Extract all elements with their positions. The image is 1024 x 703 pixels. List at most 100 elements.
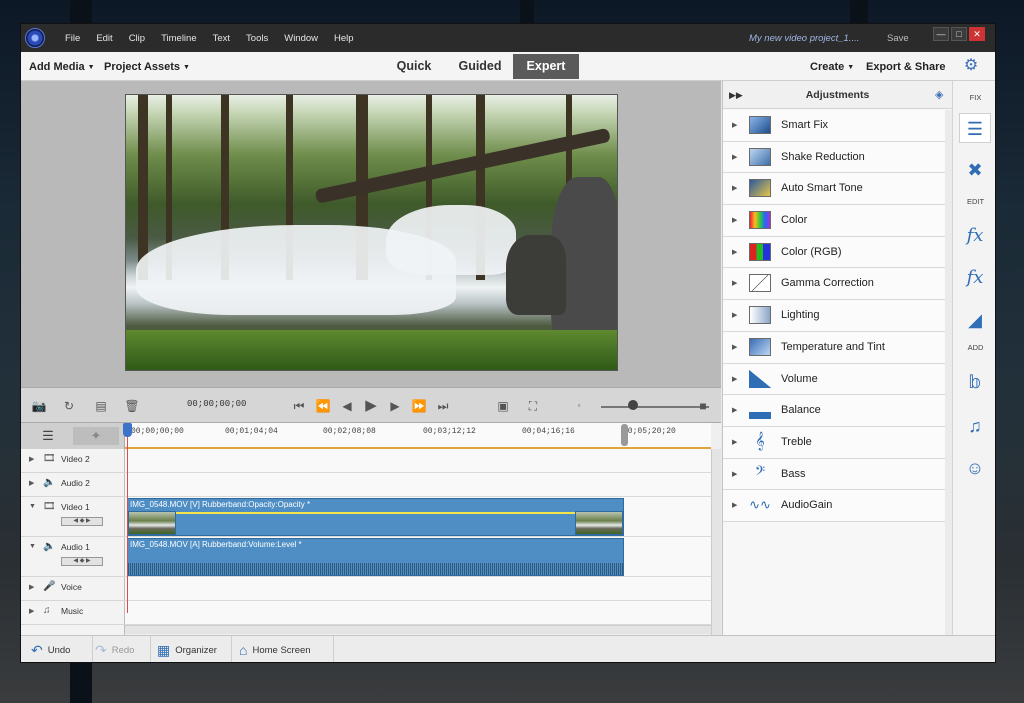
project-assets-dropdown[interactable]: Project Assets ▼ — [104, 52, 190, 83]
track-lane-music[interactable] — [125, 601, 711, 625]
menu-window[interactable]: Window — [276, 24, 326, 52]
track-header-video-2[interactable]: ▶ 🎞 Video 2 — [21, 449, 125, 473]
panel-options-icon[interactable]: ◈ — [935, 81, 943, 109]
zoom-out-icon[interactable]: ▫ — [571, 398, 587, 414]
expand-icon[interactable]: ▶ — [29, 479, 34, 487]
camera-icon[interactable]: 📷 — [31, 398, 47, 414]
tab-quick[interactable]: Quick — [381, 54, 447, 79]
menu-tools[interactable]: Tools — [238, 24, 276, 52]
adjustment-lighting[interactable]: ▶ Lighting — [723, 300, 945, 332]
track-header-voice[interactable]: ▶ 🎤 Voice — [21, 577, 125, 601]
home-screen-button[interactable]: ⌂ Home Screen — [239, 636, 334, 662]
adjustment-gamma-correction[interactable]: ▶ Gamma Correction — [723, 268, 945, 301]
redo-button[interactable]: ↷ Redo — [95, 636, 151, 662]
tools-icon[interactable]: ✖ — [959, 155, 991, 185]
step-back-icon[interactable]: ⏪ — [315, 398, 331, 414]
gear-icon[interactable]: ⚙ — [961, 56, 981, 76]
adjustment-temperature-tint[interactable]: ▶ Temperature and Tint — [723, 331, 945, 364]
track-lane-video-2[interactable] — [125, 449, 711, 473]
smart-mix-icon[interactable]: ✦ — [73, 427, 119, 445]
track-settings-icon[interactable]: ☰ — [25, 427, 71, 445]
track-lane-audio-2[interactable] — [125, 473, 711, 497]
keyframe-nav[interactable]: ◀ ◆ ▶ — [61, 517, 103, 526]
expand-icon: ▶ — [732, 375, 738, 383]
adjustment-audiogain[interactable]: ▶ ∿∿ AudioGain — [723, 490, 945, 522]
collapse-icon[interactable]: ▼ — [29, 503, 36, 510]
minimize-icon[interactable]: — — [933, 27, 949, 41]
keyframe-nav[interactable]: ◀ ◆ ▶ — [61, 557, 103, 566]
menu-timeline[interactable]: Timeline — [153, 24, 205, 52]
adjustment-bass[interactable]: ▶ 𝄢 Bass — [723, 458, 945, 491]
go-to-start-icon[interactable]: ⏮ — [291, 398, 307, 414]
frame-forward-icon[interactable]: ▶ — [387, 398, 403, 414]
collapse-icon[interactable]: ▼ — [29, 543, 36, 550]
adjustment-smart-fix[interactable]: ▶ Smart Fix — [723, 110, 945, 142]
lighting-icon — [749, 306, 771, 325]
music-icon[interactable]: ♫ — [959, 411, 991, 441]
adjustment-color-rgb[interactable]: ▶ Color (RGB) — [723, 236, 945, 269]
adjustment-color[interactable]: ▶ Color — [723, 205, 945, 237]
menu-text[interactable]: Text — [205, 24, 238, 52]
titles-icon[interactable]: 𝕓 — [959, 367, 991, 397]
create-dropdown[interactable]: Create ▼ — [810, 52, 854, 83]
zoom-slider-track[interactable] — [601, 406, 709, 408]
adjustment-volume[interactable]: ▶ Volume — [723, 363, 945, 396]
audio-clip[interactable]: IMG_0548.MOV [A] Rubberband:Volume:Level… — [127, 538, 624, 576]
adjustment-auto-smart-tone[interactable]: ▶ Auto Smart Tone — [723, 173, 945, 206]
applied-effects-icon[interactable]: fx — [959, 221, 991, 251]
ruler-label: 00;04;16;16 — [522, 427, 575, 436]
video-preview-frame[interactable] — [125, 94, 618, 371]
opacity-rubberband[interactable] — [128, 512, 623, 514]
clip-thumbnail — [128, 511, 176, 535]
export-share-button[interactable]: Export & Share — [866, 52, 945, 82]
zoom-in-icon[interactable]: ■ — [695, 398, 711, 414]
close-icon[interactable]: ✕ — [969, 27, 985, 41]
maximize-icon[interactable]: □ — [951, 27, 967, 41]
track-header-audio-2[interactable]: ▶ 🔈 Audio 2 — [21, 473, 125, 497]
monitor-icon[interactable]: ▣ — [495, 398, 511, 414]
rotate-icon[interactable]: ↻ — [61, 398, 77, 414]
timecode-display[interactable]: 00;00;00;00 — [187, 399, 246, 409]
clip-thumbnail — [575, 511, 623, 535]
transitions-icon[interactable]: ◢ — [959, 305, 991, 335]
adjustment-balance[interactable]: ▶ Balance — [723, 395, 945, 427]
effects-icon[interactable]: fx — [959, 263, 991, 293]
menu-edit[interactable]: Edit — [88, 24, 120, 52]
go-to-end-icon[interactable]: ⏭ — [435, 398, 451, 414]
play-icon[interactable]: ▶ — [363, 398, 379, 414]
adjustment-treble[interactable]: ▶ 𝄞 Treble — [723, 426, 945, 459]
fullscreen-icon[interactable]: ⛶ — [525, 398, 541, 414]
tab-guided[interactable]: Guided — [447, 54, 513, 79]
timeline-vertical-scrollbar[interactable] — [711, 449, 721, 635]
adjustment-shake-reduction[interactable]: ▶ Shake Reduction — [723, 141, 945, 174]
track-headers: ▶ 🎞 Video 2 ▶ 🔈 Audio 2 ▼ 🎞 Video 1 ◀ ◆ … — [21, 449, 125, 635]
add-media-dropdown[interactable]: Add Media ▼ — [29, 52, 95, 83]
playhead-handle[interactable] — [123, 423, 132, 437]
track-header-music[interactable]: ▶ ♫ Music — [21, 601, 125, 625]
expand-icon[interactable]: ▶ — [29, 455, 34, 463]
tab-expert[interactable]: Expert — [513, 54, 579, 79]
properties-icon[interactable]: ▤ — [93, 398, 109, 414]
menu-file[interactable]: File — [57, 24, 88, 52]
track-header-audio-1[interactable]: ▼ 🔈 Audio 1 ◀ ◆ ▶ — [21, 537, 125, 577]
zoom-slider-handle[interactable] — [628, 400, 639, 410]
adjustments-tool-button[interactable]: ☰ — [959, 113, 991, 143]
menu-clip[interactable]: Clip — [121, 24, 153, 52]
undo-button[interactable]: ↶ Undo — [31, 636, 93, 662]
organizer-button[interactable]: ▦ Organizer — [157, 636, 232, 662]
graphics-icon[interactable]: ☺ — [959, 453, 991, 483]
track-header-video-1[interactable]: ▼ 🎞 Video 1 ◀ ◆ ▶ — [21, 497, 125, 537]
end-marker-handle[interactable] — [621, 424, 628, 446]
frame-back-icon[interactable]: ◀ — [339, 398, 355, 414]
timeline-horizontal-scrollbar[interactable] — [125, 625, 711, 634]
expand-icon[interactable]: ▶ — [29, 583, 34, 591]
expand-icon[interactable]: ▶ — [29, 607, 34, 615]
save-button[interactable]: Save — [887, 24, 909, 54]
video-clip[interactable]: IMG_0548.MOV [V] Rubberband:Opacity:Opac… — [127, 498, 624, 536]
trash-icon[interactable]: 🗑 — [124, 398, 140, 414]
menu-help[interactable]: Help — [326, 24, 362, 52]
create-label: Create — [810, 61, 845, 73]
track-lane-voice[interactable] — [125, 577, 711, 601]
step-forward-icon[interactable]: ⏩ — [411, 398, 427, 414]
chevron-down-icon: ▼ — [847, 64, 855, 71]
